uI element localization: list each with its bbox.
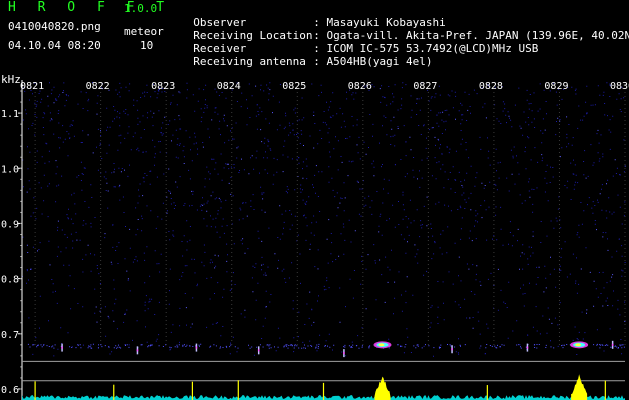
- meteor-echo: [570, 341, 589, 349]
- carrier-band: [27, 343, 625, 349]
- meteor-echo: [373, 341, 392, 349]
- x-tick-label: 0823: [151, 81, 175, 92]
- echo-layer: [27, 340, 625, 358]
- y-tick-label: 0.8: [1, 275, 19, 286]
- x-tick-label: 0822: [86, 81, 110, 92]
- x-tick-label: 0824: [217, 81, 241, 92]
- x-tick-label: 0829: [544, 81, 568, 92]
- x-tick-label: 0825: [282, 81, 306, 92]
- x-tick-label: 0826: [348, 81, 372, 92]
- grid-layer: [18, 80, 626, 400]
- noise-layer: [22, 82, 626, 357]
- meteor-echo: [343, 349, 345, 358]
- trace-peak: [571, 374, 588, 400]
- meteor-echo: [257, 346, 260, 355]
- meteor-echo: [136, 346, 139, 355]
- y-tick-label: 0.9: [1, 219, 19, 230]
- x-tick-label: 0830: [610, 81, 629, 92]
- y-axis-unit: kHz: [1, 73, 21, 86]
- meteor-echo: [61, 343, 63, 352]
- amplitude-trace: [22, 374, 625, 400]
- x-tick-label: 0821: [20, 81, 44, 92]
- noise-speckle-bright: [26, 85, 626, 329]
- spectrogram-plot: kHz 0821 0822 0823 0824 0825 0826 0827 0828 0829…: [1, 73, 629, 400]
- noise-speckle: [22, 82, 626, 357]
- meteor-echo: [451, 345, 453, 354]
- y-tick-label: 1.0: [1, 164, 19, 175]
- y-tick-label: 0.6: [1, 385, 19, 396]
- meteor-echo: [526, 343, 529, 352]
- x-tick-label: 0827: [413, 81, 437, 92]
- meteor-echo: [195, 343, 198, 352]
- y-tick-label: 1.1: [1, 109, 19, 120]
- x-tick-label: 0828: [479, 81, 503, 92]
- y-tick-label: 0.7: [1, 330, 19, 341]
- meteor-echo: [611, 340, 614, 349]
- trace-peak: [374, 376, 391, 400]
